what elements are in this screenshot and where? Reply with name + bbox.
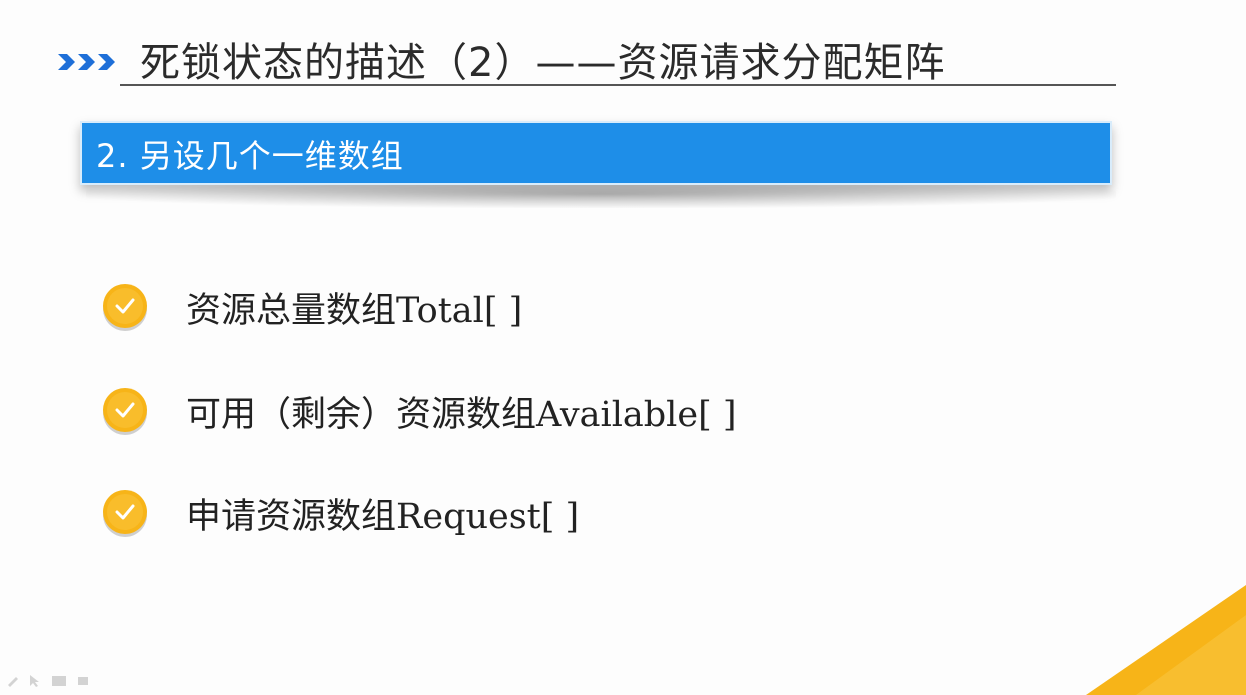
section-banner: 2. 另设几个一维数组	[80, 121, 1112, 185]
banner-text: 2. 另设几个一维数组	[96, 137, 404, 175]
pen-icon	[8, 677, 18, 687]
title-underline	[120, 84, 1116, 86]
slide: 死锁状态的描述（2）——资源请求分配矩阵 2. 另设几个一维数组 资源总量数组T…	[0, 0, 1246, 695]
check-icon	[103, 284, 147, 331]
slides-icon	[52, 676, 66, 686]
list-item-label: 可用（剩余）资源数组Available[ ]	[186, 395, 737, 435]
list-item: 申请资源数组Request[ ]	[100, 484, 1000, 544]
list-item-label: 资源总量数组Total[ ]	[186, 291, 523, 331]
list-item-label: 申请资源数组Request[ ]	[186, 497, 580, 537]
zoom-icon	[78, 677, 88, 685]
title-row: 死锁状态的描述（2）——资源请求分配矩阵	[58, 28, 1118, 92]
pointer-icon	[30, 675, 39, 687]
check-icon	[103, 388, 147, 435]
list-item: 资源总量数组Total[ ]	[100, 278, 1000, 338]
triple-chevron-icon	[58, 54, 115, 70]
corner-decoration	[1086, 585, 1246, 695]
check-icon	[103, 490, 147, 537]
list-item: 可用（剩余）资源数组Available[ ]	[100, 382, 1000, 442]
slide-tools[interactable]	[6, 673, 116, 687]
slide-title: 死锁状态的描述（2）——资源请求分配矩阵	[140, 40, 946, 86]
